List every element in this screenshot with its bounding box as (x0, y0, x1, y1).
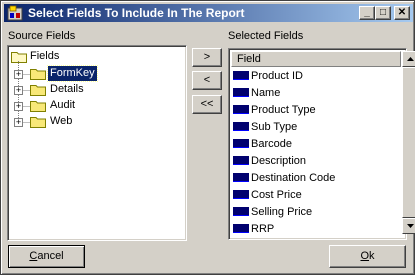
close-button[interactable]: ✕ (394, 6, 410, 20)
column-header-field[interactable]: Field (231, 51, 401, 67)
field-icon (233, 139, 249, 148)
field-icon (233, 88, 249, 97)
list-item-label: Destination Code (251, 172, 336, 184)
source-fields-label: Source Fields (8, 30, 76, 42)
folder-icon (30, 85, 46, 96)
vertical-scrollbar[interactable] (402, 51, 415, 234)
expand-plus-icon[interactable]: + (14, 102, 23, 111)
folder-icon (30, 101, 46, 112)
tree-node-audit[interactable]: + Audit (11, 98, 181, 114)
field-icon (233, 190, 249, 199)
expand-plus-icon[interactable]: + (14, 70, 23, 79)
scroll-up-button[interactable] (402, 51, 415, 67)
scroll-thumb[interactable] (402, 67, 415, 218)
cancel-button[interactable]: Cancel (8, 245, 85, 268)
arrow-down-icon (407, 224, 414, 228)
window-title: Select Fields To Include In The Report (28, 6, 245, 20)
scroll-down-button[interactable] (402, 218, 415, 234)
arrow-up-icon (407, 57, 414, 61)
list-item-label: RRP (251, 223, 275, 235)
cancel-label: ancel (37, 250, 64, 262)
list-item-label: Sub Type (251, 121, 298, 133)
tree-node-label: Details (50, 83, 84, 95)
remove-all-fields-button[interactable]: << (192, 95, 222, 114)
selected-fields-label: Selected Fields (228, 30, 304, 42)
source-fields-tree[interactable]: Fields + FormKey + Details + Audit + Web (7, 45, 187, 241)
field-icon (233, 122, 249, 131)
folder-icon (30, 69, 46, 80)
tree-node-label: Web (50, 115, 73, 127)
field-icon (233, 207, 249, 216)
app-icon (7, 5, 23, 21)
minimize-button[interactable]: _ (359, 6, 375, 20)
tree-node-label: FormKey (47, 65, 98, 82)
tree-node-details[interactable]: + Details (11, 82, 181, 98)
maximize-button[interactable]: □ (375, 6, 391, 20)
list-item-label: Selling Price (251, 206, 313, 218)
title-bar[interactable]: Select Fields To Include In The Report _… (4, 4, 413, 22)
dialog-window: Select Fields To Include In The Report _… (0, 0, 415, 275)
field-icon (233, 173, 249, 182)
add-field-button[interactable]: > (192, 48, 222, 67)
field-icon (233, 71, 249, 80)
field-icon (233, 105, 249, 114)
list-item-label: Product ID (251, 70, 303, 82)
expand-plus-icon[interactable]: + (14, 86, 23, 95)
list-item-label: Product Type (251, 104, 316, 116)
field-icon (233, 224, 249, 233)
ok-button[interactable]: Ok (329, 245, 406, 268)
ok-label: k (369, 250, 375, 262)
remove-field-button[interactable]: < (192, 71, 222, 90)
list-item-label: Cost Price (251, 189, 302, 201)
tree-node-label: Audit (50, 99, 76, 111)
list-item-label: Barcode (251, 138, 292, 150)
list-item-label: Name (251, 87, 281, 99)
folder-icon (30, 117, 46, 128)
list-item-label: Description (251, 155, 307, 167)
tree-node-web[interactable]: + Web (11, 114, 181, 130)
selected-fields-list[interactable]: Field Product ID Name Product Type Sub T… (228, 48, 415, 240)
tree-node-formkey[interactable]: + FormKey (11, 65, 181, 82)
expand-plus-icon[interactable]: + (14, 118, 23, 127)
ok-hotkey: O (360, 250, 370, 262)
field-icon (233, 156, 249, 165)
